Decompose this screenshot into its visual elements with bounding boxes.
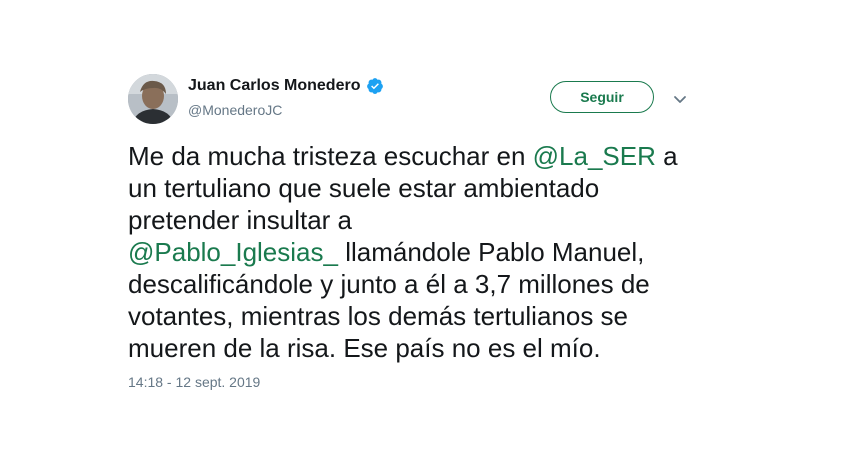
tweet-text-segment: pretender insultar a — [128, 205, 353, 235]
mention-link[interactable]: @Pablo_Iglesias_ — [128, 237, 338, 267]
tweet-text-segment: a — [655, 141, 678, 171]
author-name[interactable]: Juan Carlos Monedero — [188, 77, 360, 95]
tweet-text-segment: descalificándole y junto a él a 3,7 mill… — [128, 269, 650, 299]
author-handle[interactable]: @MonederoJC — [188, 102, 282, 118]
tweet-text-segment: llamándole Pablo Manuel, — [337, 237, 645, 267]
chevron-down-icon[interactable] — [673, 92, 687, 103]
tweet-text-segment: votantes, mientras los demás tertulianos… — [128, 301, 629, 331]
mention-link[interactable]: @La_SER — [533, 141, 656, 171]
tweet-line: votantes, mientras los demás tertulianos… — [128, 300, 708, 332]
tweet-line: un tertuliano que suele estar ambientado — [128, 172, 708, 204]
tweet-line: mueren de la risa. Ese país no es el mío… — [128, 332, 708, 364]
tweet-card: Juan Carlos Monedero @MonederoJC Seguir … — [0, 0, 842, 474]
tweet-timestamp[interactable]: 14:18 - 12 sept. 2019 — [128, 374, 260, 390]
avatar[interactable] — [128, 74, 178, 124]
tweet-text-segment: mueren de la risa. Ese país no es el mío… — [128, 333, 601, 363]
tweet-line: @Pablo_Iglesias_ llamándole Pablo Manuel… — [128, 236, 708, 268]
follow-button[interactable]: Seguir — [550, 81, 654, 113]
tweet-text-segment: un tertuliano que suele estar ambientado — [128, 173, 600, 203]
tweet-line: pretender insultar a — [128, 204, 708, 236]
tweet-text: Me da mucha tristeza escuchar en @La_SER… — [128, 140, 708, 364]
verified-badge-icon — [366, 77, 384, 95]
tweet-text-segment: Me da mucha tristeza escuchar en — [128, 141, 533, 171]
avatar-image — [128, 74, 178, 124]
author-name-row: Juan Carlos Monedero — [188, 77, 384, 95]
tweet-line: descalificándole y junto a él a 3,7 mill… — [128, 268, 708, 300]
tweet-line: Me da mucha tristeza escuchar en @La_SER… — [128, 140, 708, 172]
